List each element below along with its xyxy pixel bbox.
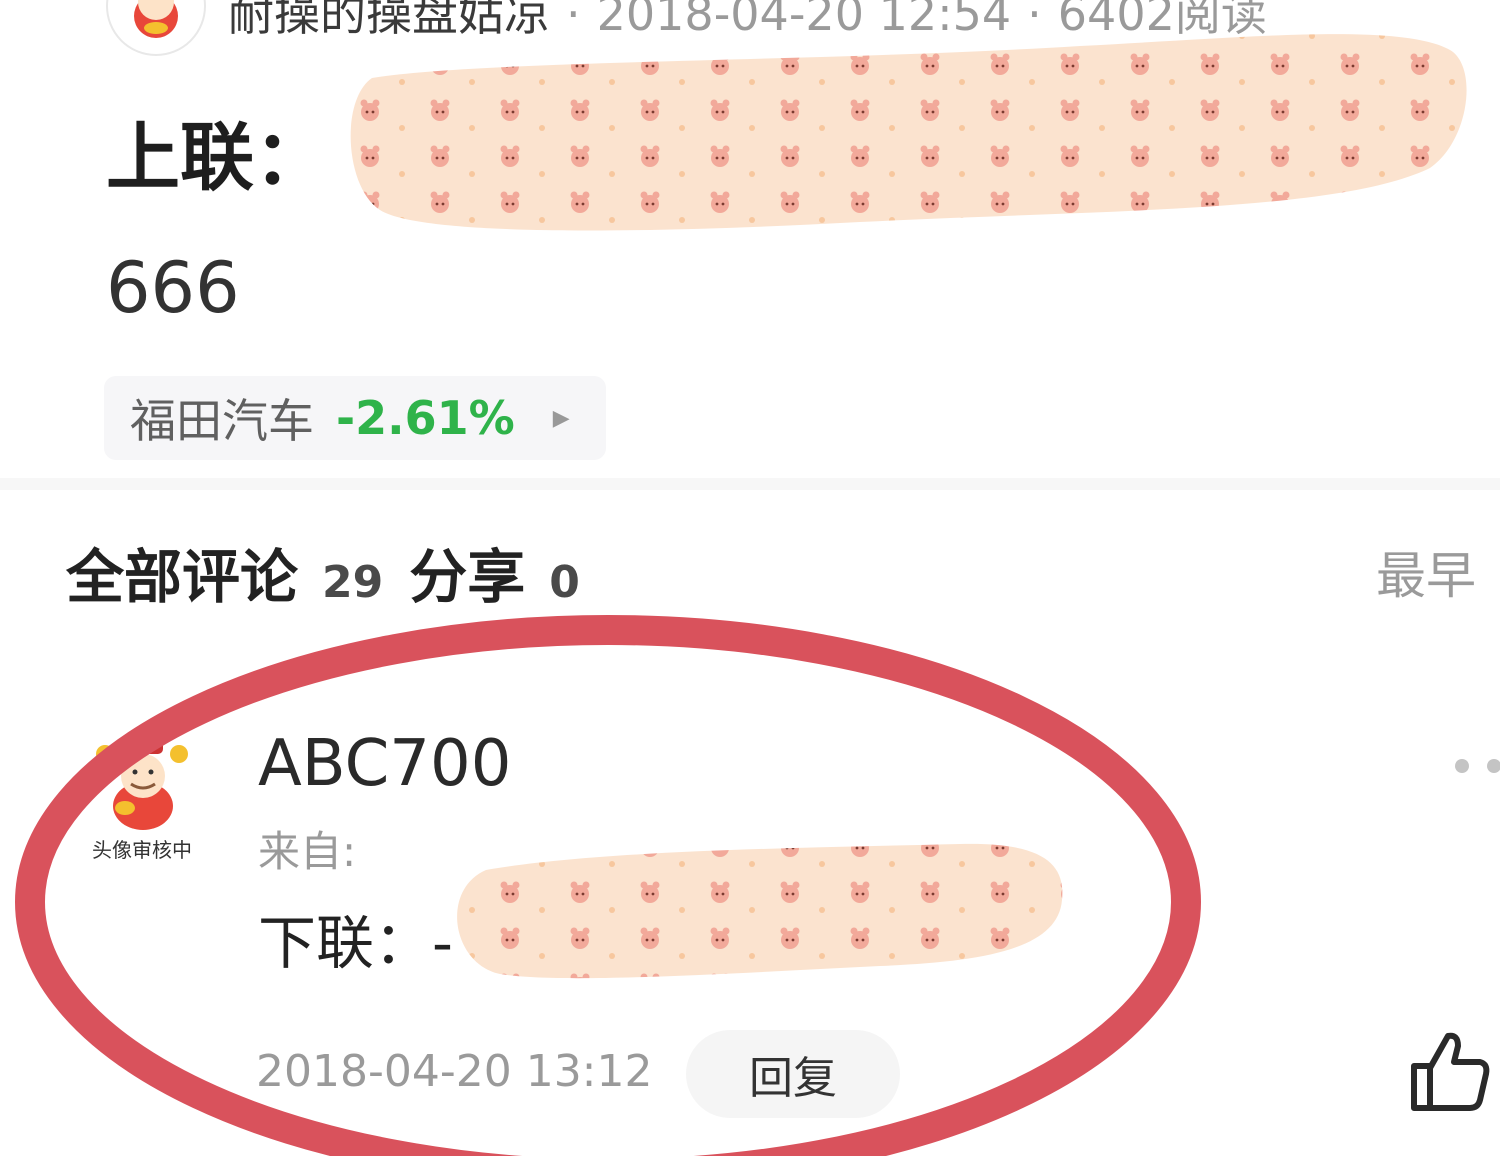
stock-name: 福田汽车 [130, 394, 314, 448]
comments-count: 29 [322, 557, 384, 608]
tab-comments[interactable]: 全部评论 [66, 530, 298, 614]
meta-separator: · [1027, 0, 1042, 41]
tab-shares[interactable]: 分享 [409, 530, 525, 614]
post-reads: 6402阅读 [1057, 0, 1267, 41]
reply-button[interactable]: 回复 [686, 1030, 900, 1118]
post-meta: 耐操的操盘姑凉 · 2018-04-20 12:54 · 6402阅读 [228, 0, 1267, 42]
fortune-god-avatar-icon [96, 740, 188, 830]
sort-toggle[interactable]: 最早 [1376, 536, 1476, 608]
shares-count: 0 [549, 557, 580, 608]
fortune-god-avatar-icon [134, 0, 178, 38]
chevron-right-icon: ▶ [552, 405, 570, 431]
commenter-avatar[interactable]: 头像审核中 [82, 736, 202, 864]
avatar-review-tag: 头像审核中 [92, 838, 192, 862]
post-body: 666 [106, 247, 240, 329]
author-avatar[interactable] [106, 0, 206, 56]
post-date: 2018-04-20 12:54 [596, 0, 1012, 41]
comments-header: 全部评论 29 分享 0 [66, 530, 606, 614]
meta-separator: · [566, 0, 581, 41]
stock-chip[interactable]: 福田汽车 -2.61% ▶ [104, 376, 606, 460]
commenter-name[interactable]: ABC700 [258, 728, 511, 800]
comment-time: 2018-04-20 13:12 [256, 1046, 653, 1097]
more-dots-icon[interactable] [1454, 756, 1500, 780]
thumbs-up-icon[interactable] [1408, 1030, 1492, 1116]
section-divider [0, 478, 1500, 490]
post-title: 上联： [106, 115, 328, 201]
comment-source: 来自: [258, 827, 357, 876]
stock-change: -2.61% [336, 391, 515, 445]
post-author[interactable]: 耐操的操盘姑凉 [228, 0, 550, 41]
comment-text: 下联：- [258, 909, 453, 977]
